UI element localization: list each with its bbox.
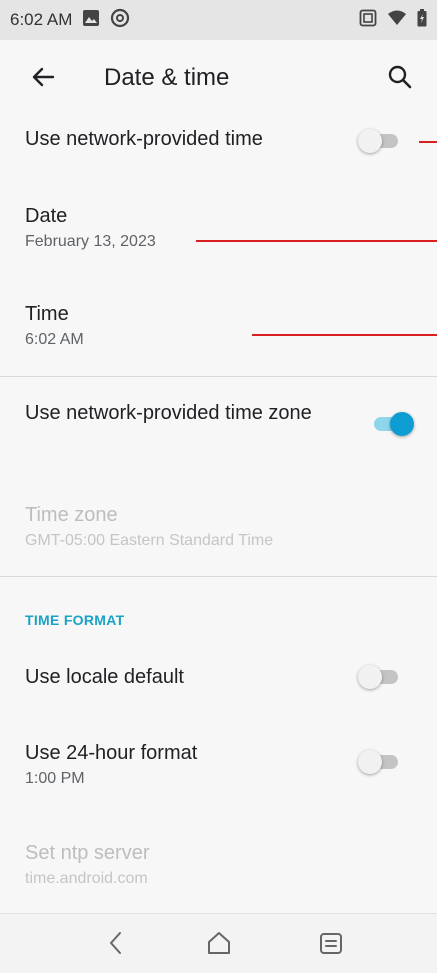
status-bar-left: 6:02 AM — [10, 8, 130, 33]
divider — [0, 576, 437, 577]
navigation-bar — [0, 913, 437, 973]
back-nav-icon — [110, 932, 121, 954]
divider — [0, 376, 437, 377]
time-zone-label: Time zone — [25, 504, 118, 526]
setting-network-time[interactable]: Use network-provided time — [25, 126, 412, 152]
ntp-server-value: time.android.com — [25, 870, 148, 887]
status-time: 6:02 AM — [10, 10, 73, 29]
setting-network-timezone[interactable]: Use network-provided time zone — [25, 400, 327, 426]
locale-default-switch[interactable] — [358, 664, 402, 690]
image-icon — [82, 9, 100, 32]
status-bar: 6:02 AM — [0, 0, 437, 40]
annotation-line — [196, 240, 437, 242]
annotation-line — [419, 141, 437, 143]
setting-date[interactable]: Date February 13, 2023 — [25, 203, 412, 251]
at-icon — [110, 8, 130, 33]
24-hour-format-label: Use 24-hour format — [25, 742, 198, 764]
setting-24-hour-format[interactable]: Use 24-hour format 1:00 PM — [25, 740, 412, 788]
time-label: Time — [25, 303, 69, 325]
network-time-label: Use network-provided time — [25, 128, 263, 150]
app-bar: Date & time — [0, 40, 437, 118]
wifi-icon — [387, 9, 407, 32]
recents-nav-icon — [320, 933, 342, 954]
setting-ntp-server[interactable]: Set ntp server time.android.com — [25, 840, 412, 888]
date-value: February 13, 2023 — [25, 233, 156, 250]
network-timezone-switch[interactable] — [370, 411, 414, 437]
nav-recents-button[interactable] — [316, 928, 346, 958]
switch-thumb — [358, 750, 382, 774]
nav-back-button[interactable] — [101, 928, 131, 958]
search-button[interactable] — [385, 62, 415, 92]
section-header-time-format: TIME FORMAT — [25, 612, 125, 628]
nav-home-button[interactable] — [204, 928, 234, 958]
battery-icon — [417, 8, 427, 32]
locale-default-label: Use locale default — [25, 666, 184, 688]
setting-locale-default[interactable]: Use locale default — [25, 664, 412, 690]
annotation-line — [252, 334, 437, 336]
time-zone-value: GMT-05:00 Eastern Standard Time — [25, 532, 274, 549]
arrow-left-icon — [32, 67, 55, 87]
switch-thumb — [390, 412, 414, 436]
sim-icon — [359, 9, 377, 32]
ntp-server-label: Set ntp server — [25, 842, 150, 864]
back-button[interactable] — [28, 62, 58, 92]
status-bar-right — [359, 8, 427, 32]
24-hour-format-value: 1:00 PM — [25, 770, 85, 787]
date-label: Date — [25, 205, 68, 227]
network-time-switch[interactable] — [358, 128, 402, 154]
24-hour-format-switch[interactable] — [358, 749, 402, 775]
switch-thumb — [358, 129, 382, 153]
page-title: Date & time — [104, 64, 230, 91]
search-icon — [388, 65, 412, 89]
home-nav-icon — [208, 932, 230, 954]
switch-thumb — [358, 665, 382, 689]
setting-time-zone[interactable]: Time zone GMT-05:00 Eastern Standard Tim… — [25, 502, 412, 550]
setting-time[interactable]: Time 6:02 AM — [25, 301, 412, 349]
network-timezone-label: Use network-provided time zone — [25, 402, 312, 424]
